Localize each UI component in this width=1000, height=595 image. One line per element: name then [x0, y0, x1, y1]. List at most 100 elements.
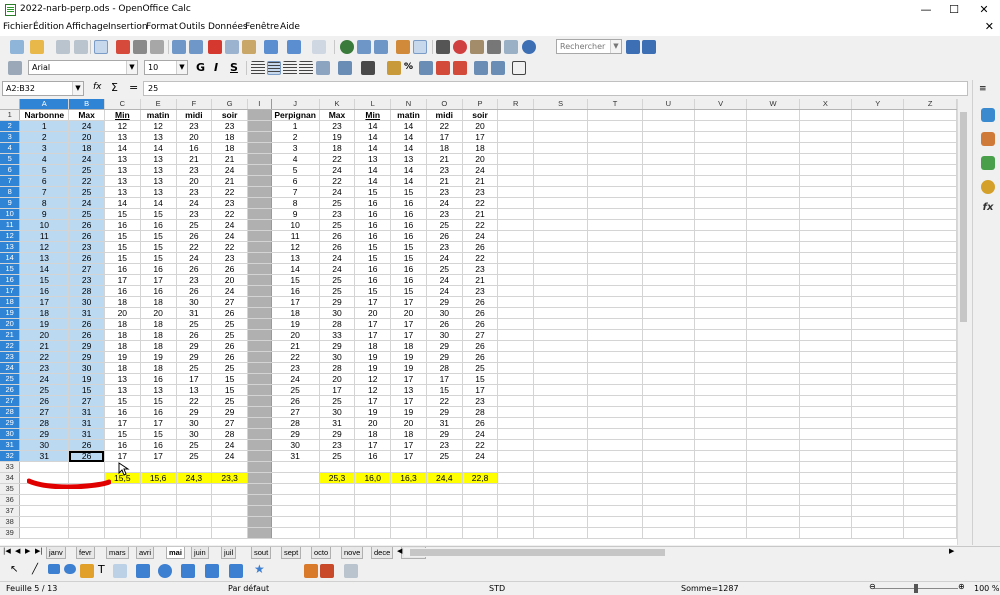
cell[interactable]	[247, 263, 272, 275]
cell[interactable]: Min	[104, 109, 141, 121]
cell[interactable]: 12	[354, 373, 392, 385]
cell[interactable]	[533, 252, 589, 264]
cell[interactable]: 26	[426, 230, 463, 242]
cell[interactable]	[903, 230, 957, 242]
cell[interactable]	[746, 461, 800, 473]
cell[interactable]	[799, 527, 853, 539]
row-header[interactable]: 29	[0, 417, 21, 429]
cell[interactable]: 26	[462, 296, 499, 308]
cell[interactable]: 13	[104, 384, 141, 396]
cell[interactable]: 19	[319, 131, 356, 143]
cell[interactable]: 23	[462, 263, 499, 275]
cell[interactable]: 20	[19, 329, 70, 341]
cell[interactable]: 5	[271, 164, 320, 176]
cell[interactable]	[354, 527, 392, 539]
cell[interactable]: 14	[140, 142, 177, 154]
cell[interactable]	[903, 428, 957, 440]
cell[interactable]	[587, 219, 643, 231]
cell[interactable]	[587, 516, 643, 528]
cell[interactable]: 31	[68, 406, 105, 418]
cell[interactable]	[247, 483, 272, 495]
cell[interactable]	[533, 406, 589, 418]
cell[interactable]: 26	[68, 252, 105, 264]
cell[interactable]: 31	[271, 450, 320, 462]
cell[interactable]	[799, 164, 853, 176]
cell[interactable]: 24	[319, 263, 356, 275]
cell[interactable]	[694, 296, 748, 308]
cell[interactable]: 15	[426, 384, 463, 396]
cell[interactable]	[587, 164, 643, 176]
cell[interactable]	[247, 417, 272, 429]
cell[interactable]: 28	[319, 362, 356, 374]
cell[interactable]: 23	[462, 186, 499, 198]
cell[interactable]: 14	[354, 175, 392, 187]
row-header[interactable]: 19	[0, 307, 21, 319]
cell[interactable]	[799, 285, 853, 297]
cell[interactable]	[642, 142, 696, 154]
cell[interactable]	[694, 252, 748, 264]
cell[interactable]	[533, 175, 589, 187]
cell[interactable]: 26	[176, 263, 213, 275]
cell[interactable]: 22	[211, 241, 248, 253]
cell[interactable]: 24	[426, 197, 463, 209]
cell[interactable]: 28	[68, 285, 105, 297]
cell[interactable]: 24	[426, 274, 463, 286]
column-header[interactable]: E	[140, 99, 177, 110]
align-left-icon[interactable]	[251, 61, 265, 75]
cell[interactable]	[746, 450, 800, 462]
callout-icon[interactable]	[113, 564, 127, 578]
cell[interactable]	[851, 296, 905, 308]
cell[interactable]	[533, 120, 589, 132]
cell[interactable]	[497, 131, 534, 143]
cell[interactable]: 16	[140, 406, 177, 418]
cell[interactable]: 22	[68, 175, 105, 187]
cell[interactable]: 29	[426, 428, 463, 440]
cell[interactable]	[533, 307, 589, 319]
cell[interactable]: 13	[140, 153, 177, 165]
cell[interactable]: midi	[176, 109, 213, 121]
copy-icon[interactable]	[225, 40, 239, 54]
row-header[interactable]: 6	[0, 164, 21, 176]
cell[interactable]	[497, 362, 534, 374]
sheet-tab-dece[interactable]: dece	[371, 547, 394, 559]
cell[interactable]	[497, 505, 534, 517]
selection-mode[interactable]: STD	[489, 584, 505, 593]
cell[interactable]	[426, 527, 463, 539]
cell[interactable]	[642, 494, 696, 506]
cell[interactable]: 30	[68, 296, 105, 308]
column-header[interactable]: I	[247, 99, 272, 110]
cell[interactable]: 17	[462, 131, 499, 143]
cell[interactable]: 21	[19, 340, 70, 352]
cell[interactable]: 24	[462, 428, 499, 440]
cell[interactable]	[497, 296, 534, 308]
cell[interactable]	[851, 241, 905, 253]
cell[interactable]: 17	[319, 384, 356, 396]
cell[interactable]: 15	[354, 241, 392, 253]
cell[interactable]: 12	[271, 241, 320, 253]
cell[interactable]	[104, 494, 141, 506]
cell[interactable]: 26	[68, 230, 105, 242]
cell[interactable]	[319, 516, 356, 528]
cell[interactable]	[176, 483, 213, 495]
cell[interactable]: 31	[319, 417, 356, 429]
cell[interactable]: 8	[19, 197, 70, 209]
cell[interactable]: 26	[176, 230, 213, 242]
cell[interactable]: 22	[426, 395, 463, 407]
cell[interactable]	[642, 516, 696, 528]
cell[interactable]: 30	[426, 329, 463, 341]
cell[interactable]	[694, 230, 748, 242]
cell[interactable]	[851, 252, 905, 264]
cell[interactable]	[851, 395, 905, 407]
cell[interactable]	[903, 318, 957, 330]
cell[interactable]	[746, 241, 800, 253]
cell[interactable]: 25	[319, 219, 356, 231]
cell[interactable]	[746, 351, 800, 363]
chevron-down-icon[interactable]: ▼	[176, 61, 187, 74]
cell[interactable]	[746, 285, 800, 297]
row-header[interactable]: 17	[0, 285, 21, 297]
cell[interactable]: 23	[426, 241, 463, 253]
cell[interactable]: 20	[354, 307, 392, 319]
cell[interactable]	[642, 417, 696, 429]
last-sheet-icon[interactable]: ▶|	[35, 547, 43, 555]
align-center-icon[interactable]	[267, 61, 281, 75]
